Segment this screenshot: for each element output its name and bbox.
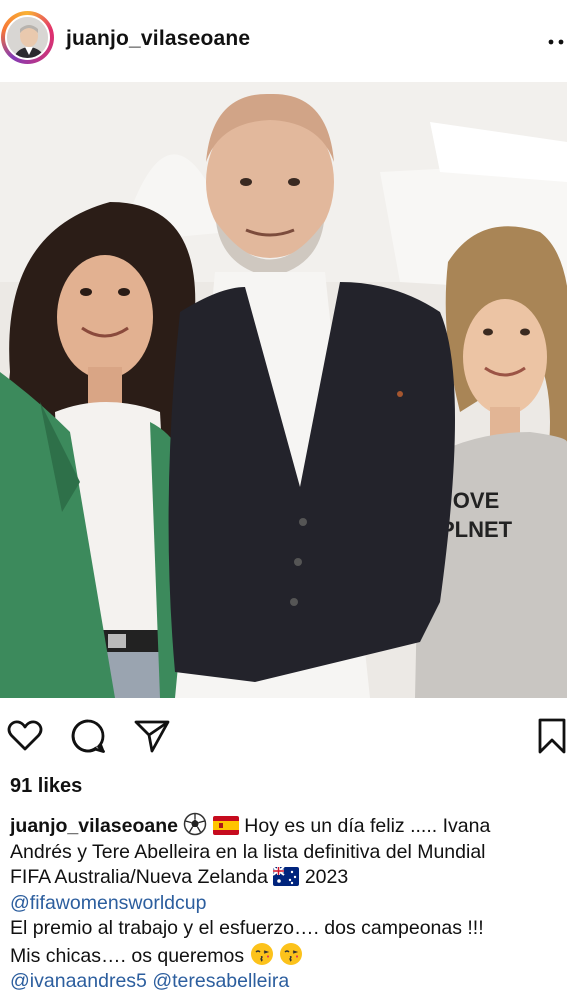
story-ring[interactable] (1, 11, 54, 64)
soccer-ball-emoji (184, 812, 207, 836)
post-photo[interactable]: E OVE R PLNET (0, 82, 567, 698)
photo-illustration: E OVE R PLNET (0, 82, 567, 698)
caption-line-6-text: Mis chicas…. os queremos (10, 944, 245, 967)
comment-icon[interactable] (68, 716, 108, 756)
caption-line-4: @fifawomensworldcup (10, 891, 565, 917)
send-icon[interactable] (132, 716, 172, 756)
bookmark-icon[interactable] (532, 716, 567, 756)
caption-year: 2023 (304, 866, 349, 888)
caption-line-5: El premio al trabajo y el esfuerzo…. dos… (10, 917, 484, 939)
mention-fifawomensworldcup[interactable]: @fifawomensworldcup (10, 892, 206, 914)
spain-flag-emoji (212, 816, 239, 835)
mention-ivanaandres5[interactable]: @ivanaandres5 (10, 970, 147, 992)
australia-flag-emoji (273, 867, 300, 886)
caption-line-7: @ivanaandres5 @teresabelleira (10, 969, 565, 995)
action-bar (0, 698, 567, 780)
kissing-face-emoji (250, 942, 273, 965)
more-options-icon[interactable] (546, 32, 566, 52)
post-caption: juanjo_vilaseoane Hoy es un día feliz ..… (10, 812, 565, 995)
avatar[interactable] (5, 15, 50, 60)
caption-line-3: FIFA Australia/Nueva Zelanda 2023 (10, 865, 565, 891)
caption-line-1: juanjo_vilaseoane Hoy es un día feliz ..… (10, 812, 565, 840)
post-username[interactable]: juanjo_vilaseoane (66, 27, 250, 51)
avatar-portrait (7, 17, 48, 58)
caption-line-6: Mis chicas…. os queremos (10, 942, 565, 970)
post-header: juanjo_vilaseoane (0, 0, 567, 82)
caption-username[interactable]: juanjo_vilaseoane (10, 815, 178, 837)
caption-line-1-text: Hoy es un día feliz ..... Ivana (244, 815, 491, 837)
mention-teresabelleira[interactable]: @teresabelleira (152, 970, 289, 992)
likes-count[interactable]: 91 likes (10, 775, 82, 798)
caption-line-2: Andrés y Tere Abelleira en la lista defi… (10, 840, 486, 863)
heart-icon[interactable] (5, 716, 45, 756)
kissing-face-emoji-2 (279, 942, 302, 965)
caption-line-3-text: FIFA Australia/Nueva Zelanda (10, 866, 268, 888)
